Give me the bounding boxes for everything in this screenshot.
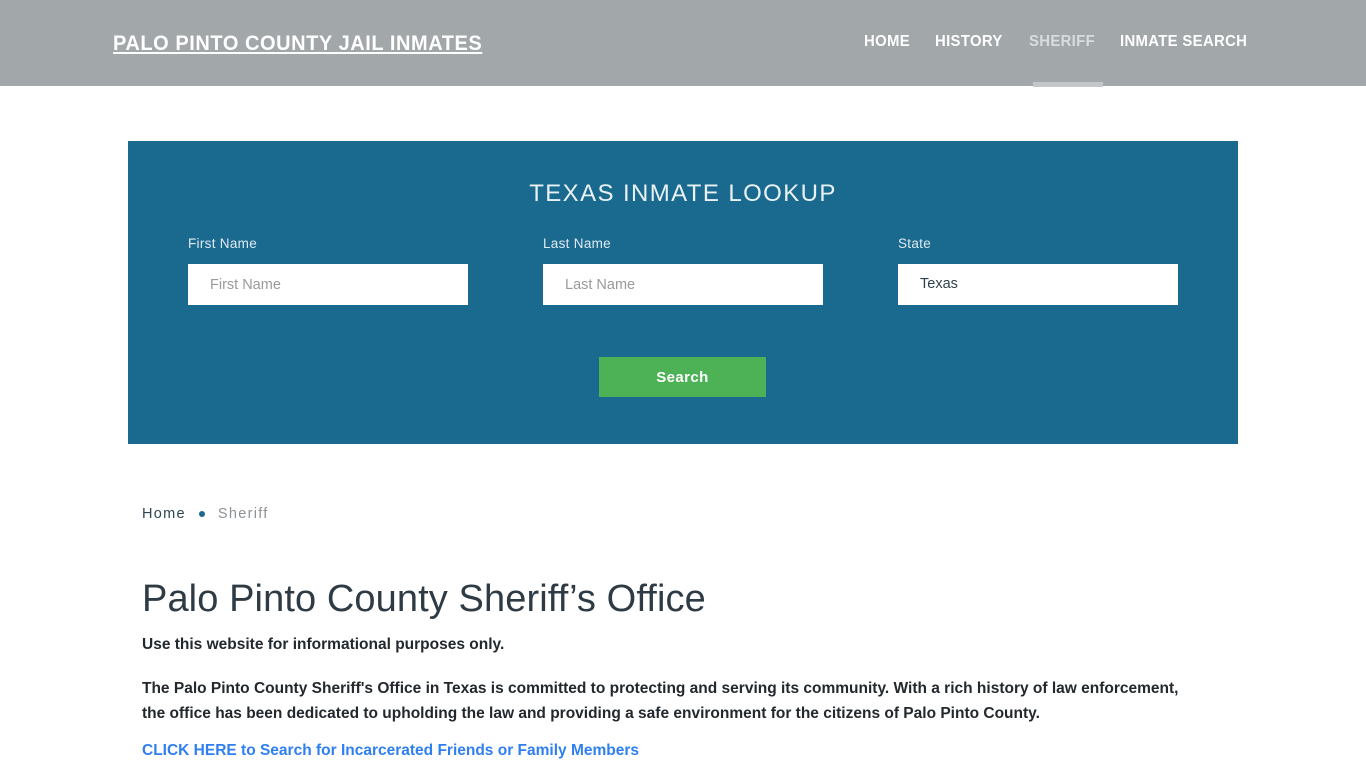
- search-button[interactable]: Search: [599, 357, 766, 397]
- site-header: PALO PINTO COUNTY JAIL INMATES HOME HIST…: [0, 0, 1366, 87]
- main-navigation: HOME HISTORY SHERIFF INMATE SEARCH: [864, 33, 1253, 51]
- about-paragraph: The Palo Pinto County Sheriff's Office i…: [142, 680, 1179, 722]
- nav-item-history[interactable]: HISTORY: [935, 33, 1003, 51]
- site-brand-title[interactable]: PALO PINTO COUNTY JAIL INMATES: [113, 31, 482, 56]
- state-field-group: State Texas: [898, 236, 1178, 305]
- nav-active-indicator: [1033, 82, 1103, 87]
- nav-item-sheriff[interactable]: SHERIFF: [1029, 33, 1095, 51]
- last-name-input[interactable]: [543, 264, 823, 305]
- first-name-input[interactable]: [188, 264, 468, 305]
- lookup-panel-title: TEXAS INMATE LOOKUP: [529, 180, 837, 207]
- breadcrumb-item-current: Sheriff: [217, 506, 269, 522]
- breadcrumb-separator-dot-icon: [198, 511, 205, 517]
- breadcrumb-item-home[interactable]: Home: [142, 506, 186, 522]
- breadcrumb: Home Sheriff: [142, 506, 269, 522]
- state-select[interactable]: Texas: [898, 264, 1178, 305]
- state-label: State: [898, 236, 932, 251]
- inmate-search-cta-link[interactable]: CLICK HERE to Search for Incarcerated Fr…: [142, 742, 639, 760]
- disclaimer-text: Use this website for informational purpo…: [142, 636, 505, 653]
- nav-item-home[interactable]: HOME: [864, 33, 910, 51]
- last-name-label: Last Name: [543, 236, 611, 251]
- nav-item-inmate-search[interactable]: INMATE SEARCH: [1120, 33, 1247, 51]
- inmate-lookup-panel: TEXAS INMATE LOOKUP First Name Last Name…: [128, 141, 1238, 444]
- last-name-field-group: Last Name: [543, 236, 823, 305]
- first-name-label: First Name: [188, 236, 258, 251]
- page-title: Palo Pinto County Sheriff’s Office: [142, 578, 706, 620]
- first-name-field-group: First Name: [188, 236, 468, 305]
